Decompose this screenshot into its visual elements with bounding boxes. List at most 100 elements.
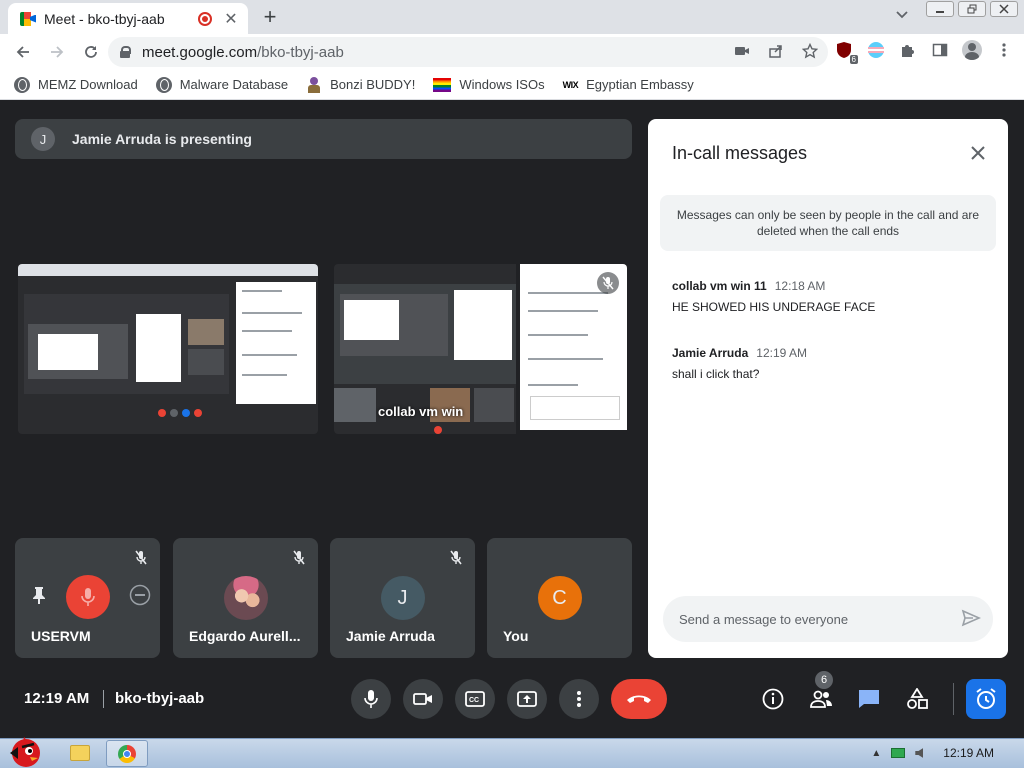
mic-off-icon	[597, 272, 619, 294]
message-sender: Jamie Arruda	[672, 346, 749, 360]
end-call-button[interactable]	[611, 679, 667, 719]
meeting-time: 12:19 AM	[24, 690, 90, 707]
show-hidden-icons-chevron-icon[interactable]: ▲	[871, 748, 881, 759]
mic-off-icon	[134, 550, 148, 571]
bookmark-windows-isos[interactable]: Windows ISOs	[433, 77, 545, 92]
start-button-angry-bird-icon[interactable]	[2, 731, 46, 768]
chrome-icon	[118, 744, 136, 763]
bonzi-icon	[306, 76, 322, 93]
extensions-puzzle-icon[interactable]	[898, 40, 918, 60]
chat-composer	[663, 596, 993, 642]
presenting-banner: J Jamie Arruda is presenting	[15, 119, 632, 159]
send-icon[interactable]	[961, 608, 981, 633]
present-screen-button[interactable]	[507, 679, 547, 719]
windows-taskbar: ▲ 12:19 AM	[0, 737, 1024, 768]
globe-icon	[155, 76, 172, 93]
microphone-button[interactable]	[351, 679, 391, 719]
people-count-badge: 6	[815, 671, 833, 689]
tab-strip: Meet - bko-tbyj-aab ✕ +	[0, 0, 1024, 34]
presenter-avatar: J	[31, 127, 55, 151]
mute-participant-button[interactable]	[66, 575, 110, 619]
activities-shapes-button[interactable]	[897, 679, 937, 719]
chat-message: collab vm win 11 12:18 AM HE SHOWED HIS U…	[672, 279, 992, 314]
bookmark-malware-database[interactable]: Malware Database	[155, 76, 288, 93]
bookmark-star-icon[interactable]	[801, 42, 819, 64]
people-button[interactable]: 6	[801, 671, 841, 719]
side-panel-icon[interactable]	[930, 40, 950, 60]
wix-icon: WIX	[562, 79, 579, 90]
meeting-details-button[interactable]	[753, 679, 793, 719]
participant-tile[interactable]: Edgardo Aurell...	[173, 538, 318, 658]
divider	[103, 690, 104, 708]
tab-meet[interactable]: Meet - bko-tbyj-aab ✕	[8, 3, 248, 34]
bookmark-bonzi-buddy[interactable]: Bonzi BUDDY!	[306, 76, 415, 93]
participant-name: You	[503, 628, 529, 644]
profile-avatar[interactable]	[962, 40, 982, 60]
camera-in-use-icon[interactable]	[734, 43, 750, 64]
message-text: shall i click that?	[672, 367, 760, 381]
mic-off-icon	[449, 550, 463, 571]
screen-share-main[interactable]: collab vm win	[334, 264, 627, 434]
chat-button[interactable]	[849, 679, 889, 719]
alarm-clock-button[interactable]	[966, 679, 1006, 719]
remove-participant-button[interactable]	[129, 584, 151, 611]
forward-button[interactable]	[42, 37, 72, 67]
panel-title: In-call messages	[672, 143, 808, 163]
camera-button[interactable]	[403, 679, 443, 719]
recording-indicator-icon	[198, 11, 212, 26]
message-time: 12:18 AM	[774, 279, 826, 293]
chat-message-input[interactable]	[679, 611, 949, 627]
file-explorer-icon[interactable]	[70, 745, 90, 761]
more-options-button[interactable]	[559, 679, 599, 719]
taskbar-clock[interactable]: 12:19 AM	[943, 746, 994, 760]
back-button[interactable]	[8, 37, 38, 67]
taskbar-chrome-button[interactable]	[106, 740, 148, 767]
network-icon[interactable]	[891, 748, 906, 758]
bookmark-label: MEMZ Download	[38, 77, 138, 92]
new-tab-button[interactable]: +	[258, 4, 282, 30]
ublock-extension-icon[interactable]: 6	[834, 40, 858, 64]
system-tray: ▲ 12:19 AM	[871, 746, 1014, 760]
tab-title: Meet - bko-tbyj-aab	[44, 10, 165, 27]
message-text: HE SHOWED HIS UNDERAGE FACE	[672, 300, 876, 314]
chat-message: Jamie Arruda 12:19 AM shall i click that?	[672, 346, 992, 381]
tab-close-button[interactable]: ✕	[222, 9, 240, 29]
restore-button[interactable]	[958, 1, 986, 17]
participant-photo-avatar	[223, 576, 268, 620]
participant-tile[interactable]: J Jamie Arruda	[330, 538, 475, 658]
chrome-menu-icon[interactable]	[994, 40, 1014, 60]
pin-button[interactable]	[31, 585, 47, 610]
participant-tile[interactable]: USERVM	[15, 538, 160, 658]
participant-name: USERVM	[31, 628, 91, 644]
tab-search-chevron-icon[interactable]	[896, 8, 908, 22]
mic-off-icon	[292, 550, 306, 571]
in-call-messages-panel: In-call messages Messages can only be se…	[648, 119, 1008, 658]
address-bar[interactable]: meet.google.com/bko-tbyj-aab	[108, 37, 828, 67]
google-meet-icon	[20, 11, 36, 26]
message-sender: collab vm win 11	[672, 279, 767, 293]
chat-notice: Messages can only be seen by people in t…	[660, 195, 996, 251]
participant-avatar: J	[380, 576, 425, 620]
participant-name: Jamie Arruda	[346, 628, 435, 644]
bookmark-egyptian-embassy[interactable]: WIX Egyptian Embassy	[563, 77, 694, 92]
reload-button[interactable]	[76, 37, 106, 67]
meeting-code: bko-tbyj-aab	[115, 690, 205, 707]
screen-share-thumbnail[interactable]	[18, 264, 318, 434]
window-controls	[926, 1, 1018, 17]
globe-icon	[14, 76, 30, 93]
meet-stage: J Jamie Arruda is presenting collab vm w…	[0, 101, 1024, 738]
svg-text:CC: CC	[469, 697, 479, 704]
close-window-button[interactable]	[990, 1, 1018, 17]
browser-toolbar: meet.google.com/bko-tbyj-aab 6	[0, 34, 1024, 70]
volume-icon[interactable]	[915, 748, 924, 758]
bookmark-label: Windows ISOs	[459, 77, 545, 92]
minimize-button[interactable]	[926, 1, 954, 17]
participant-tile-self[interactable]: C You	[487, 538, 632, 658]
lock-icon	[120, 46, 131, 58]
close-panel-button[interactable]	[966, 141, 990, 165]
bookmark-memz-download[interactable]: MEMZ Download	[14, 76, 138, 93]
pride-extension-icon[interactable]	[866, 40, 886, 60]
share-icon[interactable]	[768, 43, 784, 64]
meeting-controls-bar: 12:19 AM bko-tbyj-aab CC 6	[0, 669, 1024, 729]
captions-button[interactable]: CC	[455, 679, 495, 719]
